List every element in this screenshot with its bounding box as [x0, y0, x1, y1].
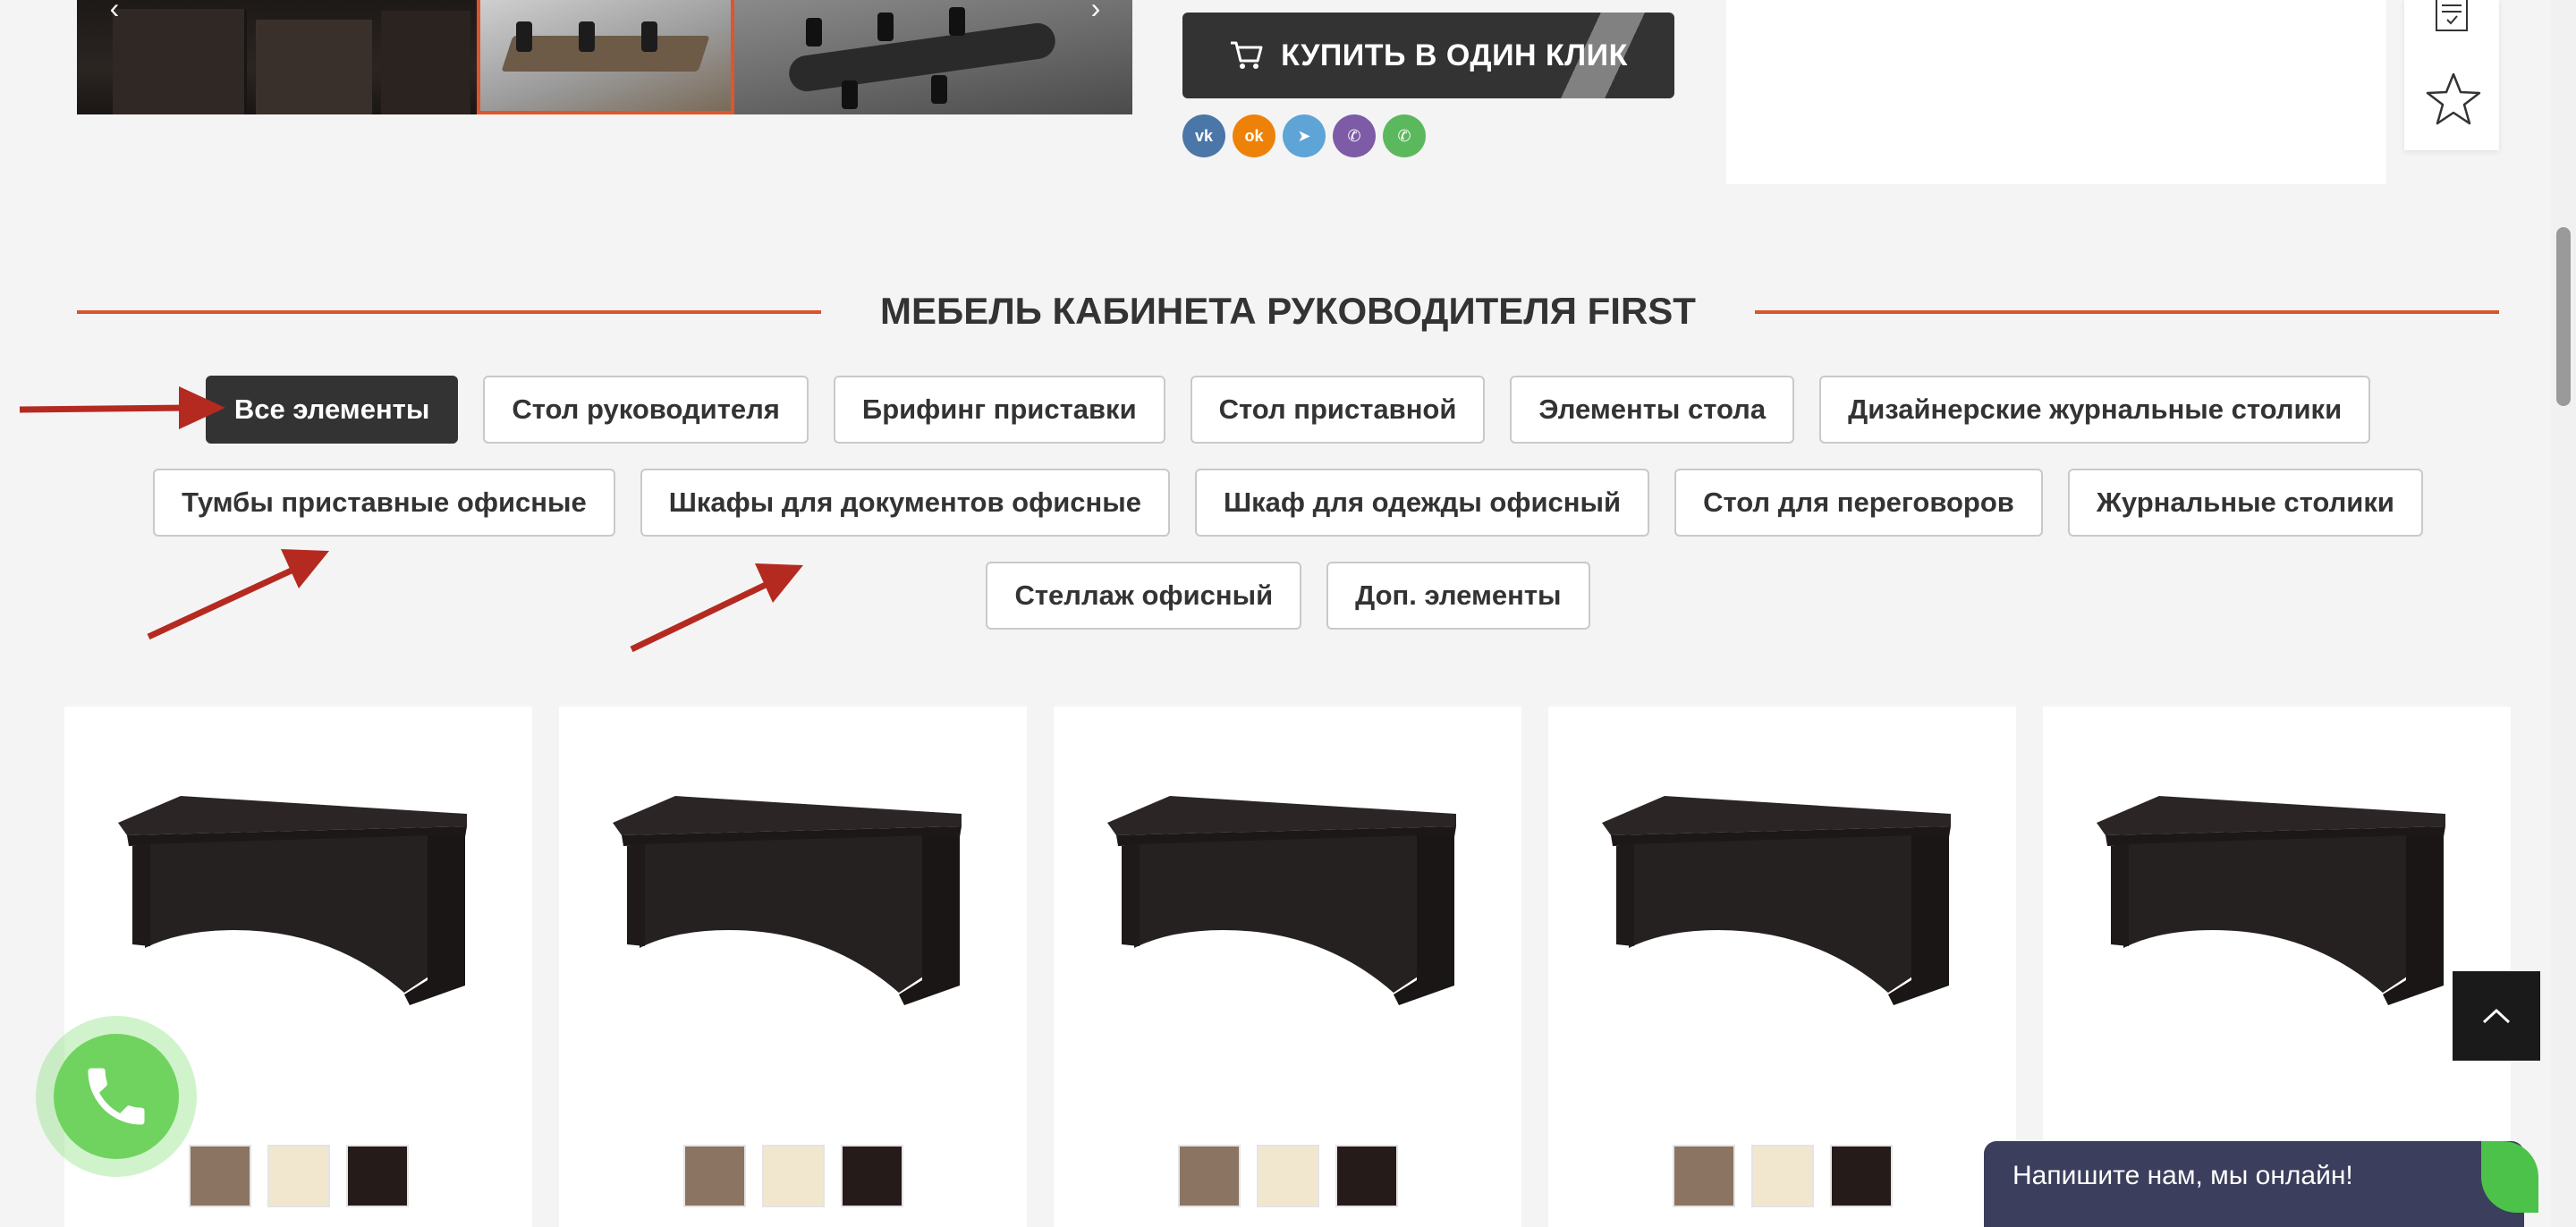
swatch-dark-wenge[interactable]: [1335, 1145, 1398, 1207]
swatch-cream[interactable]: [1256, 1145, 1319, 1207]
viber-share-icon[interactable]: ✆: [1333, 114, 1376, 157]
phone-icon: [88, 1068, 145, 1125]
buy-one-click-button[interactable]: КУПИТЬ В ОДИН КЛИК: [1182, 13, 1674, 98]
filter-chip[interactable]: Журнальные столики: [2067, 469, 2423, 537]
share-socials: vk ok ➤ ✆ ✆: [1182, 114, 1426, 157]
filter-chip[interactable]: Элементы стола: [1510, 376, 1795, 444]
telegram-share-icon[interactable]: ➤: [1283, 114, 1326, 157]
product-info-panel: [1726, 0, 2386, 184]
swatch-cream[interactable]: [267, 1145, 330, 1207]
product-image[interactable]: [2088, 796, 2463, 1011]
color-swatches: [1054, 1145, 1521, 1207]
filter-chip[interactable]: Дизайнерские журнальные столики: [1819, 376, 2371, 444]
section-header: МЕБЕЛЬ КАБИНЕТА РУКОВОДИТЕЛЯ FIRST: [77, 284, 2499, 338]
product-image[interactable]: [109, 796, 485, 1011]
filter-chip[interactable]: Шкаф для одежды офисный: [1194, 469, 1650, 537]
filter-chip[interactable]: Брифинг приставки: [833, 376, 1165, 444]
swatch-light-wood[interactable]: [1177, 1145, 1241, 1207]
filter-chip[interactable]: Шкафы для документов офисные: [640, 469, 1170, 537]
filter-chip[interactable]: Стол для переговоров: [1674, 469, 2043, 537]
chat-status-indicator: [2481, 1141, 2538, 1213]
filter-chip[interactable]: Стол приставной: [1190, 376, 1486, 444]
product-card[interactable]: [1054, 707, 1521, 1227]
swatch-dark-wenge[interactable]: [840, 1145, 903, 1207]
buy-one-click-label: КУПИТЬ В ОДИН КЛИК: [1281, 38, 1628, 72]
product-card[interactable]: [559, 707, 1027, 1227]
filter-row: Стеллаж офисный Доп. элементы: [0, 562, 2576, 630]
color-swatches: [559, 1145, 1027, 1207]
swatch-light-wood[interactable]: [682, 1145, 746, 1207]
title-divider-left: [77, 310, 821, 314]
title-divider-right: [1755, 310, 2499, 314]
chevron-up-icon: [2482, 1008, 2511, 1024]
section-title: МЕБЕЛЬ КАБИНЕТА РУКОВОДИТЕЛЯ FIRST: [880, 290, 1696, 332]
chevron-left-icon[interactable]: ‹: [97, 0, 132, 22]
product-gallery: [77, 0, 1132, 114]
filter-row: Тумбы приставные офисные Шкафы для докуме…: [0, 469, 2576, 537]
callback-button[interactable]: [36, 1016, 197, 1177]
vk-share-icon[interactable]: vk: [1182, 114, 1225, 157]
whatsapp-share-icon[interactable]: ✆: [1383, 114, 1426, 157]
cart-icon: [1231, 41, 1263, 69]
chat-label: Напишите нам, мы онлайн!: [2012, 1161, 2353, 1190]
side-tools: [2404, 0, 2499, 150]
swatch-light-wood[interactable]: [188, 1145, 251, 1207]
gallery-thumbnail-active[interactable]: [477, 0, 734, 114]
filter-chip[interactable]: Доп. элементы: [1326, 562, 1590, 630]
filter-chip[interactable]: Тумбы приставные офисные: [153, 469, 615, 537]
odnoklassniki-share-icon[interactable]: ok: [1233, 114, 1275, 157]
online-chat-widget[interactable]: Напишите нам, мы онлайн!: [1984, 1141, 2538, 1227]
product-card[interactable]: [1548, 707, 2016, 1227]
swatch-cream[interactable]: [761, 1145, 825, 1207]
favorite-star-icon[interactable]: [2426, 72, 2481, 127]
product-image[interactable]: [1098, 796, 1474, 1011]
product-image[interactable]: [604, 796, 979, 1011]
product-image[interactable]: [1593, 796, 1969, 1011]
swatch-light-wood[interactable]: [1672, 1145, 1735, 1207]
swatch-dark-wenge[interactable]: [1829, 1145, 1893, 1207]
filter-row: Все элементы Стол руководителя Брифинг при…: [0, 376, 2576, 444]
gallery-thumbnail[interactable]: [77, 0, 477, 114]
swatch-dark-wenge[interactable]: [345, 1145, 409, 1207]
chevron-right-icon[interactable]: ›: [1078, 0, 1114, 22]
color-swatches: [1548, 1145, 2016, 1207]
gallery-thumbnail[interactable]: [734, 0, 1132, 114]
filter-chip[interactable]: Стеллаж офисный: [986, 562, 1302, 630]
filter-chip-active[interactable]: Все элементы: [205, 376, 459, 444]
category-filters: Все элементы Стол руководителя Брифинг при…: [0, 376, 2576, 655]
scroll-to-top-button[interactable]: [2453, 971, 2540, 1061]
swatch-cream[interactable]: [1750, 1145, 1814, 1207]
compare-list-icon[interactable]: [2435, 0, 2469, 36]
filter-chip[interactable]: Стол руководителя: [483, 376, 809, 444]
